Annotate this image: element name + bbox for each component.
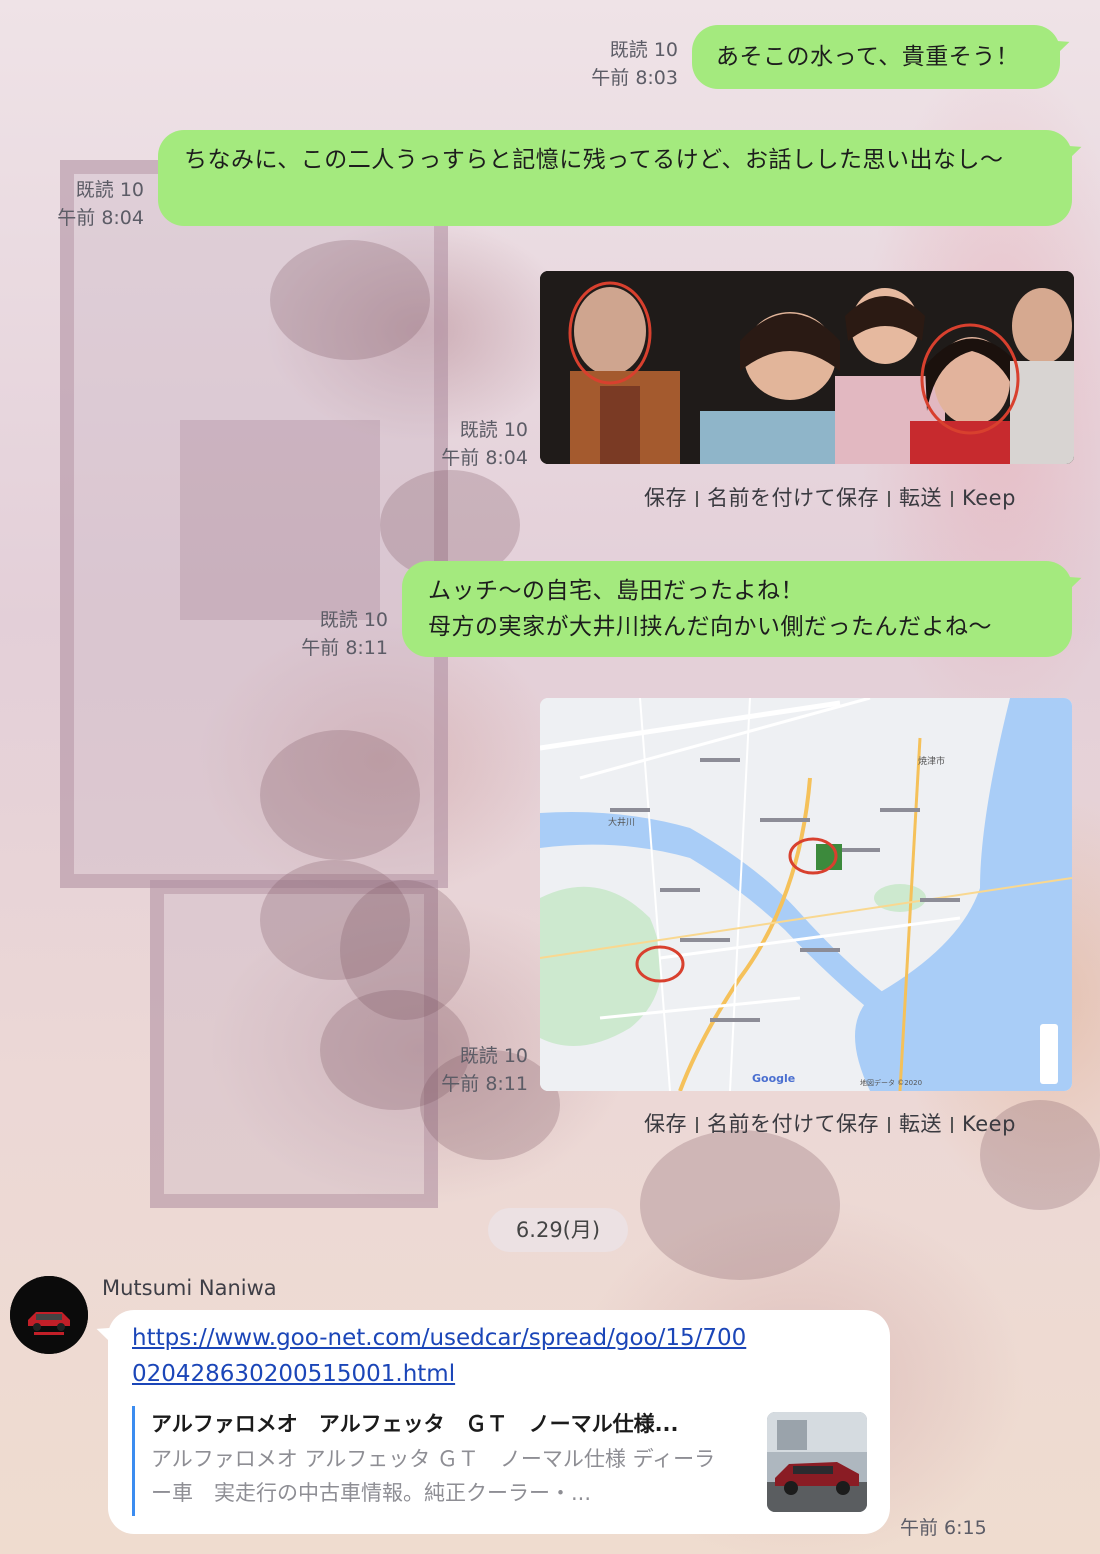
link-preview-card[interactable]: アルファロメオ アルフェッタ ＧＴ ノーマル仕様... アルファロメオ アルフェ…	[132, 1406, 867, 1516]
read-receipt: 既読 10	[459, 419, 528, 441]
read-receipt: 既読 10	[609, 39, 678, 61]
message-meta: 既読 10 午前 8:11	[270, 606, 388, 662]
message-text-line: ムッチ〜の自宅、島田だったよね！	[428, 578, 804, 604]
outgoing-message[interactable]: ちなみに、この二人うっすらと記憶に残ってるけど、お話しした思い出なし〜	[158, 130, 1072, 226]
shared-map-image[interactable]: 焼津市 大井川 Google 地図データ ©2020	[540, 698, 1072, 1091]
read-receipt: 既読 10	[459, 1045, 528, 1067]
message-meta: 既読 10 午前 8:04	[410, 416, 528, 472]
outgoing-message[interactable]: ムッチ〜の自宅、島田だったよね！ 母方の実家が大井川挟んだ向かい側だったんだよね…	[402, 561, 1072, 657]
link-preview-thumbnail	[767, 1412, 867, 1512]
divider	[696, 491, 698, 507]
message-time: 午前 8:04	[57, 207, 144, 229]
car-thumbnail-icon	[767, 1412, 867, 1512]
image-actions: 保存 名前を付けて保存 転送 Keep	[644, 1108, 1016, 1138]
keep-button[interactable]: Keep	[962, 486, 1016, 510]
message-time: 午前 8:11	[301, 637, 388, 659]
divider	[888, 491, 890, 507]
avatar[interactable]	[10, 1276, 88, 1354]
keep-button[interactable]: Keep	[962, 1112, 1016, 1136]
link-preview-description: アルファロメオ アルフェッタ ＧＴ ノーマル仕様 ディーラー車 実走行の中古車情…	[151, 1447, 716, 1505]
message-meta: 既読 10 午前 8:04	[20, 176, 144, 232]
message-time: 午前 8:11	[441, 1073, 528, 1095]
shared-photo[interactable]	[540, 271, 1074, 464]
divider	[888, 1117, 890, 1133]
message-time: 午前 8:03	[591, 67, 678, 89]
map-city-label: 焼津市	[918, 757, 946, 767]
map-content	[540, 698, 1072, 1091]
map-attribution: 地図データ ©2020	[860, 1079, 923, 1087]
message-time: 午前 6:15	[900, 1517, 987, 1539]
divider	[696, 1117, 698, 1133]
car-avatar-icon	[10, 1276, 88, 1354]
link-preview-title: アルファロメオ アルフェッタ ＧＴ ノーマル仕様...	[151, 1412, 679, 1436]
sender-name: Mutsumi Naniwa	[102, 1276, 277, 1300]
message-meta: 既読 10 午前 8:11	[410, 1042, 528, 1098]
save-as-button[interactable]: 名前を付けて保存	[707, 486, 879, 510]
forward-button[interactable]: 転送	[899, 1112, 942, 1136]
google-logo: Google	[752, 1072, 796, 1085]
divider	[951, 491, 953, 507]
link-url[interactable]: https://www.goo-net.com/usedcar/spread/g…	[132, 1320, 752, 1392]
read-receipt: 既読 10	[75, 179, 144, 201]
forward-button[interactable]: 転送	[899, 486, 942, 510]
incoming-message[interactable]: https://www.goo-net.com/usedcar/spread/g…	[108, 1310, 890, 1534]
divider	[951, 1117, 953, 1133]
message-text: あそこの水って、貴重そう！	[716, 44, 1020, 70]
message-time: 午前 8:04	[441, 447, 528, 469]
date-divider: 6.29(月)	[488, 1208, 628, 1252]
map-river-label: 大井川	[608, 818, 636, 828]
save-button[interactable]: 保存	[644, 1112, 687, 1136]
save-button[interactable]: 保存	[644, 486, 687, 510]
photo-content	[540, 271, 1074, 464]
read-receipt: 既読 10	[319, 609, 388, 631]
outgoing-message[interactable]: あそこの水って、貴重そう！	[692, 25, 1060, 89]
message-text-line: 母方の実家が大井川挟んだ向かい側だったんだよね〜	[428, 614, 992, 640]
image-actions: 保存 名前を付けて保存 転送 Keep	[644, 482, 1016, 512]
message-meta: 既読 10 午前 8:03	[560, 36, 678, 92]
message-text: ちなみに、この二人うっすらと記憶に残ってるけど、お話しした思い出なし〜	[184, 147, 1004, 173]
save-as-button[interactable]: 名前を付けて保存	[707, 1112, 879, 1136]
